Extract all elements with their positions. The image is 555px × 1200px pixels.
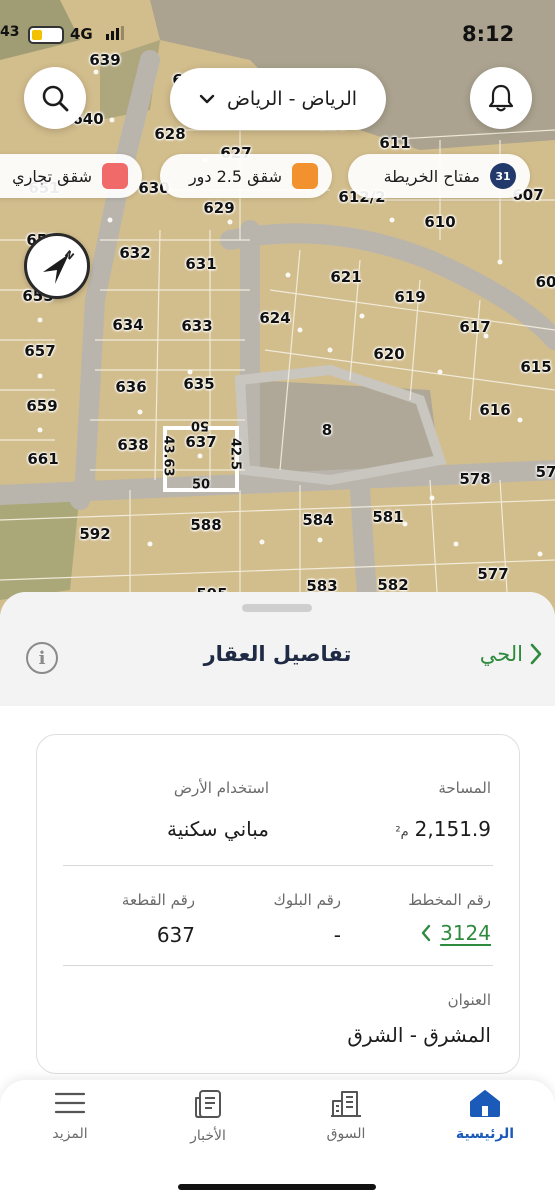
plot-label: 619 <box>394 288 426 306</box>
home-icon <box>470 1090 500 1117</box>
plot-label: 657 <box>24 342 56 360</box>
tab-home[interactable]: الرئيسية <box>425 1088 545 1158</box>
plot-label: 621 <box>330 268 362 286</box>
news-icon <box>195 1090 221 1118</box>
neighborhood-back-button[interactable]: الحي <box>480 642 543 666</box>
area-value: 2,151.9 <box>414 817 491 841</box>
dimension-label: 50 <box>191 477 211 493</box>
legend-item-apartments[interactable]: شقق 2.5 دور <box>160 154 332 198</box>
menu-icon <box>54 1092 86 1114</box>
dimension-label: 42.5 <box>227 437 243 471</box>
search-icon <box>42 85 69 112</box>
area-unit: م² <box>395 825 409 840</box>
bell-icon <box>488 84 514 112</box>
address-label: العنوان <box>447 991 491 1009</box>
plot-label: 581 <box>372 508 404 526</box>
dimension-label: 50 <box>190 417 210 433</box>
tab-more[interactable]: المزيد <box>10 1088 130 1158</box>
status-leading-number: 43 <box>0 24 20 40</box>
search-button[interactable] <box>24 67 86 129</box>
plot-label: 577 <box>477 565 509 583</box>
legend-item-label: شقق 2.5 دور <box>188 166 282 186</box>
map-key-badge: 31 <box>490 163 516 189</box>
plot-label: 624 <box>259 309 291 327</box>
plot-label: 584 <box>302 511 334 529</box>
chevron-down-icon <box>199 94 215 104</box>
notifications-button[interactable] <box>470 67 532 129</box>
chevron-left-icon <box>421 924 431 942</box>
plot-label: 629 <box>203 199 235 217</box>
plot-label: 588 <box>190 516 222 534</box>
plot-label: 592 <box>79 525 111 543</box>
sheet-grabber[interactable] <box>242 604 312 612</box>
signal-icon <box>106 26 124 40</box>
plot-label: 578 <box>459 470 491 488</box>
plot-label: 659 <box>26 397 58 415</box>
property-card: المساحة 2,151.9 م² استخدام الأرض مباني س… <box>36 734 520 1074</box>
address-value: المشرق - الشرق <box>347 1023 491 1047</box>
plot-number-label: رقم القطعة <box>121 891 195 909</box>
block-number-value: - <box>333 923 341 947</box>
plot-label: 8 <box>321 421 333 439</box>
plan-number-value: 3124 <box>440 921 491 945</box>
compass-button[interactable]: N <box>24 233 90 299</box>
network-type: 4G <box>70 25 93 43</box>
status-time: 8:12 <box>462 22 515 46</box>
plot-label: 57 <box>535 463 555 481</box>
plot-label: 610 <box>424 213 456 231</box>
plot-label: 636 <box>115 378 147 396</box>
plot-label: 632 <box>119 244 151 262</box>
sheet-title: تفاصيل العقار <box>203 642 352 666</box>
sheet-header: i تفاصيل العقار الحي <box>0 592 555 706</box>
tab-news[interactable]: الأخبار <box>148 1088 268 1158</box>
plot-label: 60 <box>535 273 555 291</box>
bottom-tab-bar: الرئيسية السوق الأخبار المزيد <box>0 1080 555 1200</box>
block-number-label: رقم البلوك <box>273 891 341 909</box>
plot-label: 628 <box>154 125 186 143</box>
buildings-icon <box>331 1091 361 1117</box>
home-indicator <box>178 1184 376 1190</box>
plot-label: 661 <box>27 450 59 468</box>
tab-label: المزيد <box>52 1126 88 1142</box>
legend-swatch <box>102 163 128 189</box>
plot-label: 638 <box>117 436 149 454</box>
tab-label: الرئيسية <box>455 1126 515 1142</box>
plot-label: 611 <box>379 134 411 152</box>
legend-item-commercial[interactable]: شقق تجاري <box>0 154 142 198</box>
plot-label: 634 <box>112 316 144 334</box>
selected-plot-label[interactable]: 637 <box>185 433 216 451</box>
map-key-label: مفتاح الخريطة <box>383 166 480 186</box>
land-use-label: استخدام الأرض <box>173 779 269 797</box>
city-selector-label: الرياض - الرياض <box>226 88 358 110</box>
battery-icon <box>28 26 64 44</box>
tab-market[interactable]: السوق <box>286 1088 406 1158</box>
plot-label: 620 <box>373 345 405 363</box>
plot-label: 635 <box>183 375 215 393</box>
neighborhood-label: الحي <box>479 642 523 666</box>
plot-label: 616 <box>479 401 511 419</box>
tab-label: السوق <box>326 1126 366 1142</box>
area-value-group: 2,151.9 م² <box>395 817 491 841</box>
plan-number-link[interactable]: 3124 <box>420 921 491 945</box>
compass-icon: N <box>43 249 76 284</box>
plot-label: 633 <box>181 317 213 335</box>
tab-label: الأخبار <box>190 1128 226 1144</box>
plot-label: 615 <box>520 358 552 376</box>
plot-number-value: 637 <box>156 923 195 947</box>
plot-label: 617 <box>459 318 491 336</box>
city-selector[interactable]: الرياض - الرياض <box>170 68 386 130</box>
legend-item-label: شقق تجاري <box>12 166 92 186</box>
status-bar: 43 4G 8:12 <box>0 18 555 54</box>
land-use-value: مباني سكنية <box>166 817 269 841</box>
map-view[interactable]: 639 626 640 628 613 627 611 630 651 612/… <box>0 0 555 640</box>
chevron-right-icon <box>530 643 542 665</box>
legend-swatch <box>292 163 318 189</box>
plot-label: 631 <box>185 255 217 273</box>
dimension-label: 43.63 <box>160 435 176 477</box>
map-key-chip[interactable]: 31 مفتاح الخريطة <box>348 154 530 198</box>
divider <box>63 865 493 866</box>
area-label: المساحة <box>438 779 491 797</box>
plan-number-label: رقم المخطط <box>408 891 491 909</box>
divider <box>63 965 493 966</box>
